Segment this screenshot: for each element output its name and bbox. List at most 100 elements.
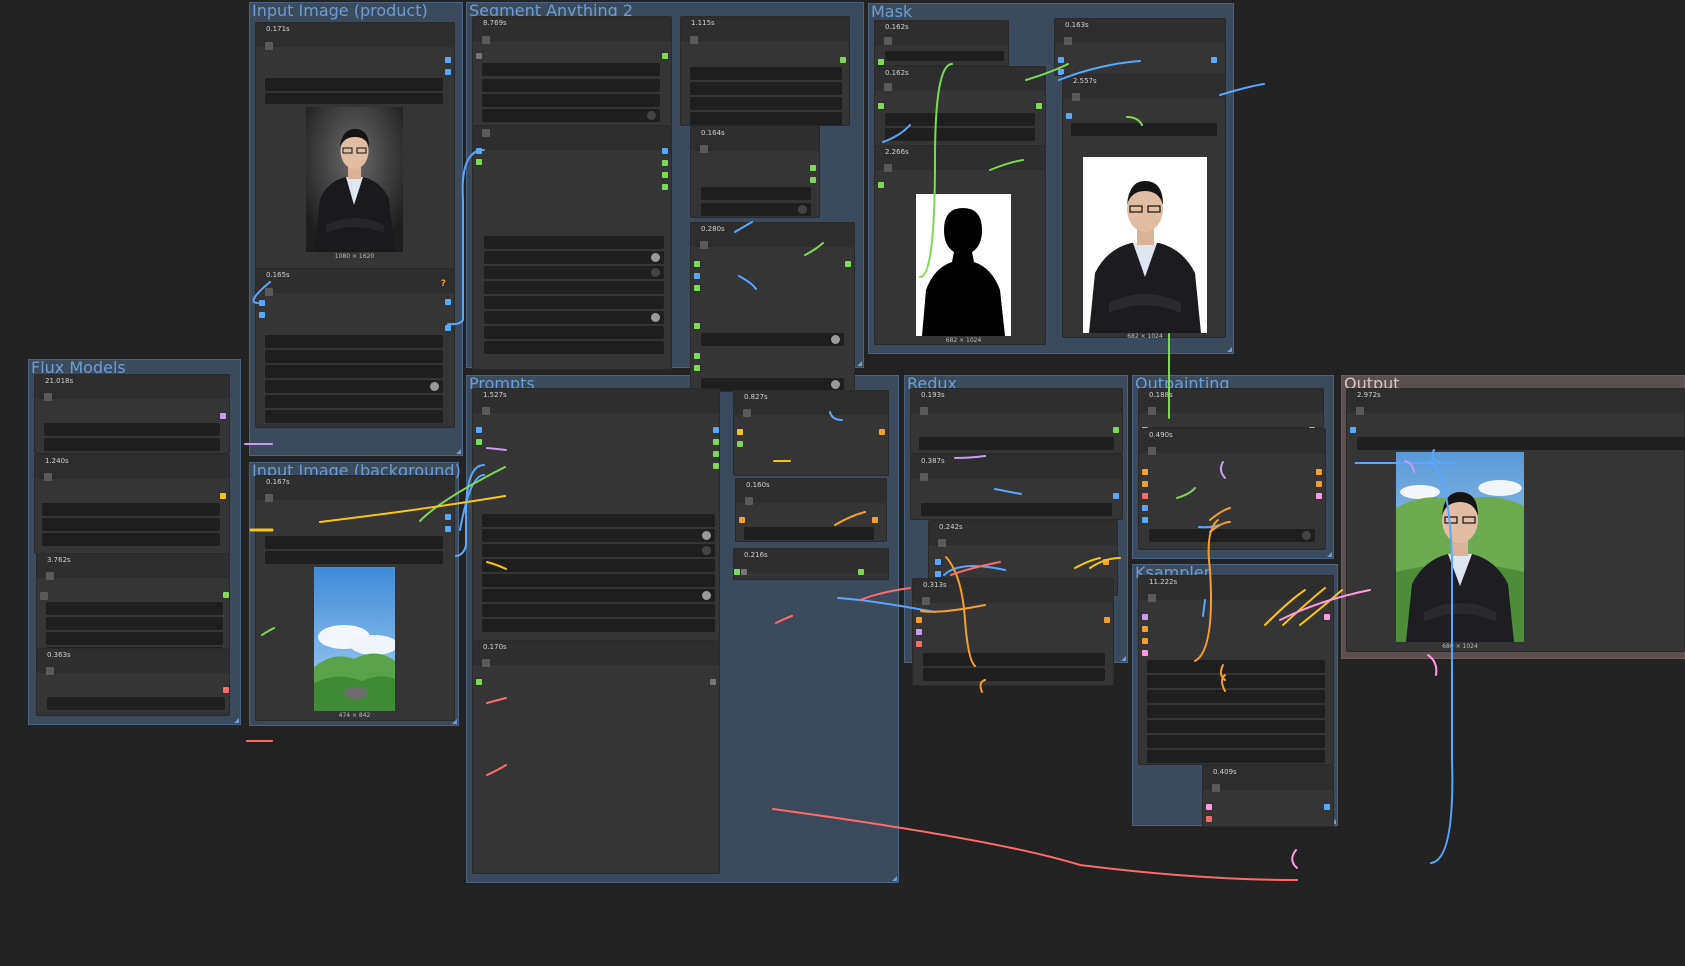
style-model-apply-node[interactable]: 0.387s bbox=[910, 454, 1123, 520]
resize-corner[interactable] bbox=[892, 876, 897, 881]
upload-button[interactable] bbox=[265, 551, 443, 564]
positive-input-port[interactable] bbox=[1142, 626, 1148, 632]
differential-diffusion-node[interactable]: 0.188s bbox=[1138, 388, 1324, 433]
image-input-port[interactable] bbox=[1066, 113, 1072, 119]
scheduler-field[interactable] bbox=[1147, 735, 1325, 748]
device-field[interactable] bbox=[690, 97, 842, 110]
output-port-c[interactable] bbox=[713, 451, 719, 457]
index-field[interactable] bbox=[701, 187, 811, 200]
sam2-model-loader-node[interactable]: 8.769s bbox=[472, 16, 672, 126]
resize-corner[interactable] bbox=[1327, 552, 1332, 557]
resize-corner[interactable] bbox=[1227, 347, 1232, 352]
image-select-field[interactable] bbox=[265, 78, 443, 91]
style-output-port[interactable] bbox=[223, 687, 229, 693]
sam-model-input-port[interactable] bbox=[476, 148, 482, 154]
clip-l-field[interactable] bbox=[482, 544, 715, 557]
conditioning-output-port[interactable] bbox=[1104, 617, 1110, 623]
vae-input-port[interactable] bbox=[1142, 493, 1148, 499]
control-field[interactable] bbox=[482, 619, 715, 632]
unet-loader-node[interactable]: 21.018s bbox=[34, 374, 230, 454]
batch-toggle[interactable] bbox=[701, 203, 811, 216]
mask-input-port[interactable] bbox=[878, 103, 884, 109]
positive-input-port[interactable] bbox=[1142, 469, 1148, 475]
upload-button[interactable] bbox=[265, 93, 443, 104]
model-field[interactable] bbox=[482, 63, 660, 76]
image-input-port[interactable] bbox=[1058, 57, 1064, 63]
node-collapse-dot[interactable] bbox=[884, 164, 892, 172]
node-collapse-dot[interactable] bbox=[482, 659, 490, 667]
images-input-port[interactable] bbox=[1350, 427, 1356, 433]
segments-output-port[interactable] bbox=[662, 160, 668, 166]
node-collapse-dot[interactable] bbox=[46, 572, 54, 580]
mask-input-port[interactable] bbox=[935, 571, 941, 577]
node-collapse-dot[interactable] bbox=[920, 407, 928, 415]
image-input-port[interactable] bbox=[259, 300, 265, 306]
conditioning-output-port[interactable] bbox=[872, 517, 878, 523]
node-collapse-dot[interactable] bbox=[700, 145, 708, 153]
points-field[interactable] bbox=[484, 281, 664, 294]
vae-input-port[interactable] bbox=[1206, 816, 1212, 822]
prompt-field[interactable] bbox=[690, 67, 842, 80]
negative-input-port[interactable] bbox=[1142, 481, 1148, 487]
mask-input-port[interactable] bbox=[878, 182, 884, 188]
t5-field[interactable] bbox=[482, 559, 715, 572]
bbox-output-port[interactable] bbox=[662, 184, 668, 190]
save-image-node[interactable]: 2.972s 680 × 1024 bbox=[1346, 388, 1685, 652]
task-field[interactable] bbox=[701, 333, 844, 346]
prompt-text-field[interactable] bbox=[482, 514, 715, 527]
mask-output-port[interactable] bbox=[662, 148, 668, 154]
clip-vision-field[interactable] bbox=[46, 632, 223, 645]
node-collapse-dot[interactable] bbox=[482, 36, 490, 44]
ksampler-node[interactable]: 11.222s bbox=[1138, 575, 1334, 765]
mask-preview-node[interactable]: 2.266s 682 × 1024 bbox=[874, 145, 1046, 345]
mask-input-port[interactable] bbox=[1142, 517, 1148, 523]
node-collapse-dot[interactable] bbox=[690, 36, 698, 44]
mask-input-port[interactable] bbox=[259, 312, 265, 318]
strength-type-field[interactable] bbox=[921, 503, 1112, 516]
wire-latent[interactable] bbox=[1291, 849, 1298, 869]
samples-input-port[interactable] bbox=[1206, 804, 1212, 810]
input-port-e[interactable] bbox=[694, 353, 700, 359]
mask-grow-node[interactable]: 0.162s bbox=[874, 20, 1009, 66]
node-collapse-dot[interactable] bbox=[44, 393, 52, 401]
node-collapse-dot[interactable] bbox=[1356, 407, 1364, 415]
image-output-port[interactable] bbox=[445, 57, 451, 63]
input-port-d[interactable] bbox=[694, 323, 700, 329]
image-output-port[interactable] bbox=[662, 172, 668, 178]
style-model-field[interactable] bbox=[46, 617, 223, 630]
strength-field[interactable] bbox=[744, 527, 874, 540]
sampler-name-field[interactable] bbox=[1147, 720, 1325, 733]
conditioning-input-port[interactable] bbox=[737, 441, 743, 447]
conditioning-1-input-port[interactable] bbox=[916, 617, 922, 623]
node-collapse-dot[interactable] bbox=[265, 42, 273, 50]
style-input-port[interactable] bbox=[916, 641, 922, 647]
output-port-b[interactable] bbox=[713, 439, 719, 445]
conditioning-output-port[interactable] bbox=[1103, 559, 1109, 565]
interpolation-field[interactable] bbox=[265, 365, 443, 378]
resize-corner[interactable] bbox=[857, 361, 862, 366]
denoise-field[interactable] bbox=[1147, 750, 1325, 763]
output-port[interactable] bbox=[840, 57, 846, 63]
clip-name-1-field[interactable] bbox=[42, 503, 220, 516]
node-collapse-dot[interactable] bbox=[1148, 447, 1156, 455]
node-collapse-dot[interactable] bbox=[1212, 784, 1220, 792]
node-collapse-dot[interactable] bbox=[743, 409, 751, 417]
node-collapse-dot[interactable] bbox=[938, 539, 946, 547]
output-port[interactable] bbox=[845, 261, 851, 267]
node-pin-dot[interactable] bbox=[40, 592, 48, 600]
image-output-port[interactable] bbox=[1324, 804, 1330, 810]
sigma-field[interactable] bbox=[885, 128, 1035, 141]
output-port-a[interactable] bbox=[713, 427, 719, 433]
seed-field[interactable] bbox=[1147, 660, 1325, 673]
node-graph-canvas[interactable]: Input Image (product) 0.171s 1080 × 1620… bbox=[0, 0, 1685, 966]
output-port-d[interactable] bbox=[713, 463, 719, 469]
model-input-port[interactable] bbox=[1142, 614, 1148, 620]
conditioning-combine-node[interactable]: 0.313s bbox=[912, 578, 1114, 686]
vae-decode-node[interactable]: 0.409s bbox=[1202, 765, 1334, 827]
mask-output-port[interactable] bbox=[445, 69, 451, 75]
node-collapse-dot[interactable] bbox=[1072, 93, 1080, 101]
model-input-port[interactable] bbox=[694, 273, 700, 279]
mask-output-port[interactable] bbox=[445, 526, 451, 532]
node-collapse-dot[interactable] bbox=[1148, 594, 1156, 602]
image-input-port[interactable] bbox=[935, 559, 941, 565]
